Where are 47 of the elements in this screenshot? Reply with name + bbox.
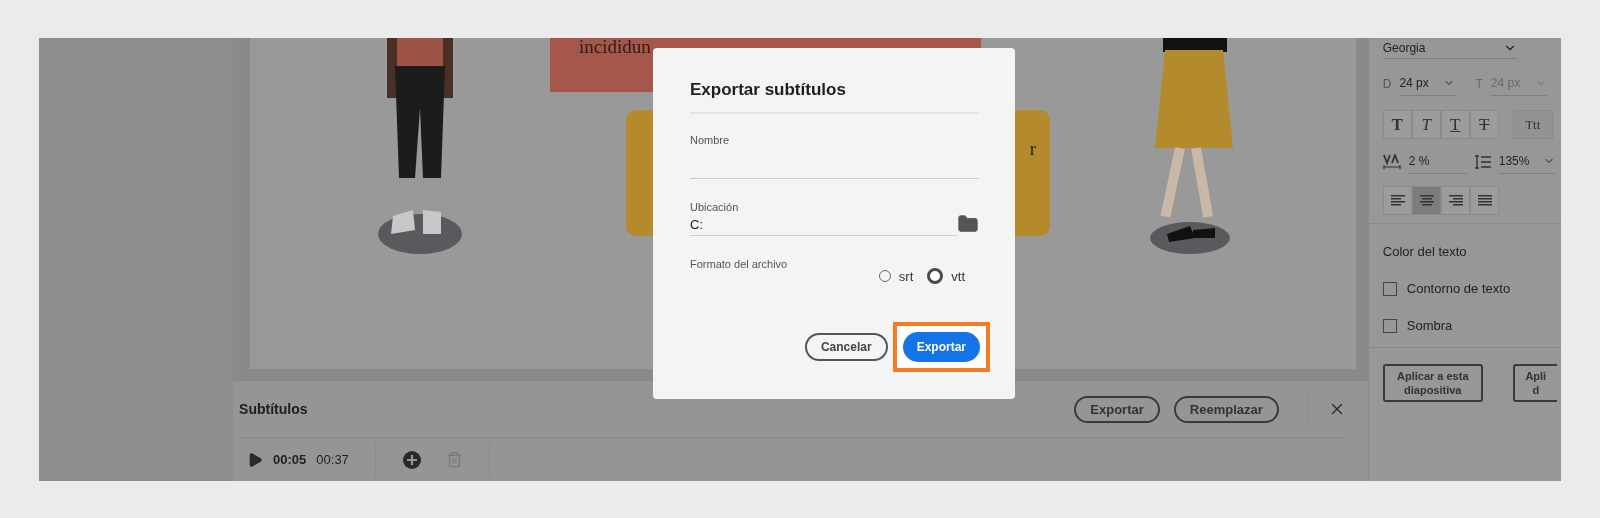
panel-button[interactable]: Exportar bbox=[1074, 395, 1160, 423]
align-icon bbox=[1447, 194, 1464, 207]
text-style-button[interactable]: T bbox=[1469, 110, 1499, 139]
checkbox-label: Sombra bbox=[1406, 318, 1453, 333]
size-dropdown[interactable]: 24 px bbox=[1399, 71, 1456, 96]
line-spacing-dropdown[interactable]: 135% bbox=[1498, 149, 1555, 174]
dialog-button[interactable]: Cancelar bbox=[804, 333, 888, 361]
apply-button[interactable]: Apli d bbox=[1512, 364, 1557, 402]
text-style-button[interactable]: T bbox=[1411, 110, 1441, 139]
text-style-button[interactable]: T bbox=[1382, 110, 1412, 139]
radio-label: srt bbox=[898, 268, 914, 284]
text-case-button[interactable]: Ttt bbox=[1512, 110, 1553, 139]
radio-label: vtt bbox=[951, 268, 965, 284]
line-spacing-icon bbox=[1474, 153, 1491, 170]
align-button[interactable] bbox=[1382, 186, 1412, 215]
total-time: 00:37 bbox=[316, 452, 349, 467]
align-icon bbox=[1418, 194, 1435, 207]
folder-icon[interactable] bbox=[957, 213, 979, 235]
checkbox[interactable] bbox=[1382, 318, 1397, 333]
align-button[interactable] bbox=[1440, 186, 1470, 215]
font-dropdown[interactable]: Georgia bbox=[1382, 38, 1517, 59]
align-button[interactable] bbox=[1469, 186, 1499, 215]
tracking-icon bbox=[1382, 153, 1401, 170]
current-time: 00:05 bbox=[273, 452, 307, 467]
field-label: Nombre bbox=[690, 134, 731, 146]
slide-text: r bbox=[1029, 138, 1037, 159]
align-button[interactable] bbox=[1411, 186, 1441, 215]
radio-button[interactable] bbox=[927, 268, 944, 284]
panel-title: Subtítulos bbox=[239, 401, 309, 417]
size-label: D bbox=[1382, 76, 1392, 91]
align-icon bbox=[1476, 194, 1493, 207]
field-label: Formato del archivo bbox=[690, 258, 788, 272]
dialog-title: Exportar subtítulos bbox=[690, 80, 979, 114]
checkbox-label: Contorno de texto bbox=[1406, 281, 1511, 296]
tracking-field[interactable]: 2 % bbox=[1408, 149, 1467, 174]
input-field[interactable]: C: bbox=[690, 213, 957, 236]
panel-button[interactable]: Reemplazar bbox=[1173, 395, 1279, 423]
section-label: Color del texto bbox=[1382, 244, 1467, 259]
play-button[interactable] bbox=[247, 451, 264, 468]
apply-button[interactable]: Aplicar a esta diapositiva bbox=[1382, 364, 1483, 402]
text-style-button[interactable]: T bbox=[1440, 110, 1470, 139]
slide-text: incididun bbox=[579, 38, 651, 57]
add-button[interactable] bbox=[401, 449, 422, 470]
dialog-button[interactable]: Exportar bbox=[902, 332, 980, 362]
checkbox[interactable] bbox=[1382, 281, 1397, 296]
field-label: Ubicación bbox=[690, 201, 740, 213]
align-icon bbox=[1389, 194, 1406, 207]
